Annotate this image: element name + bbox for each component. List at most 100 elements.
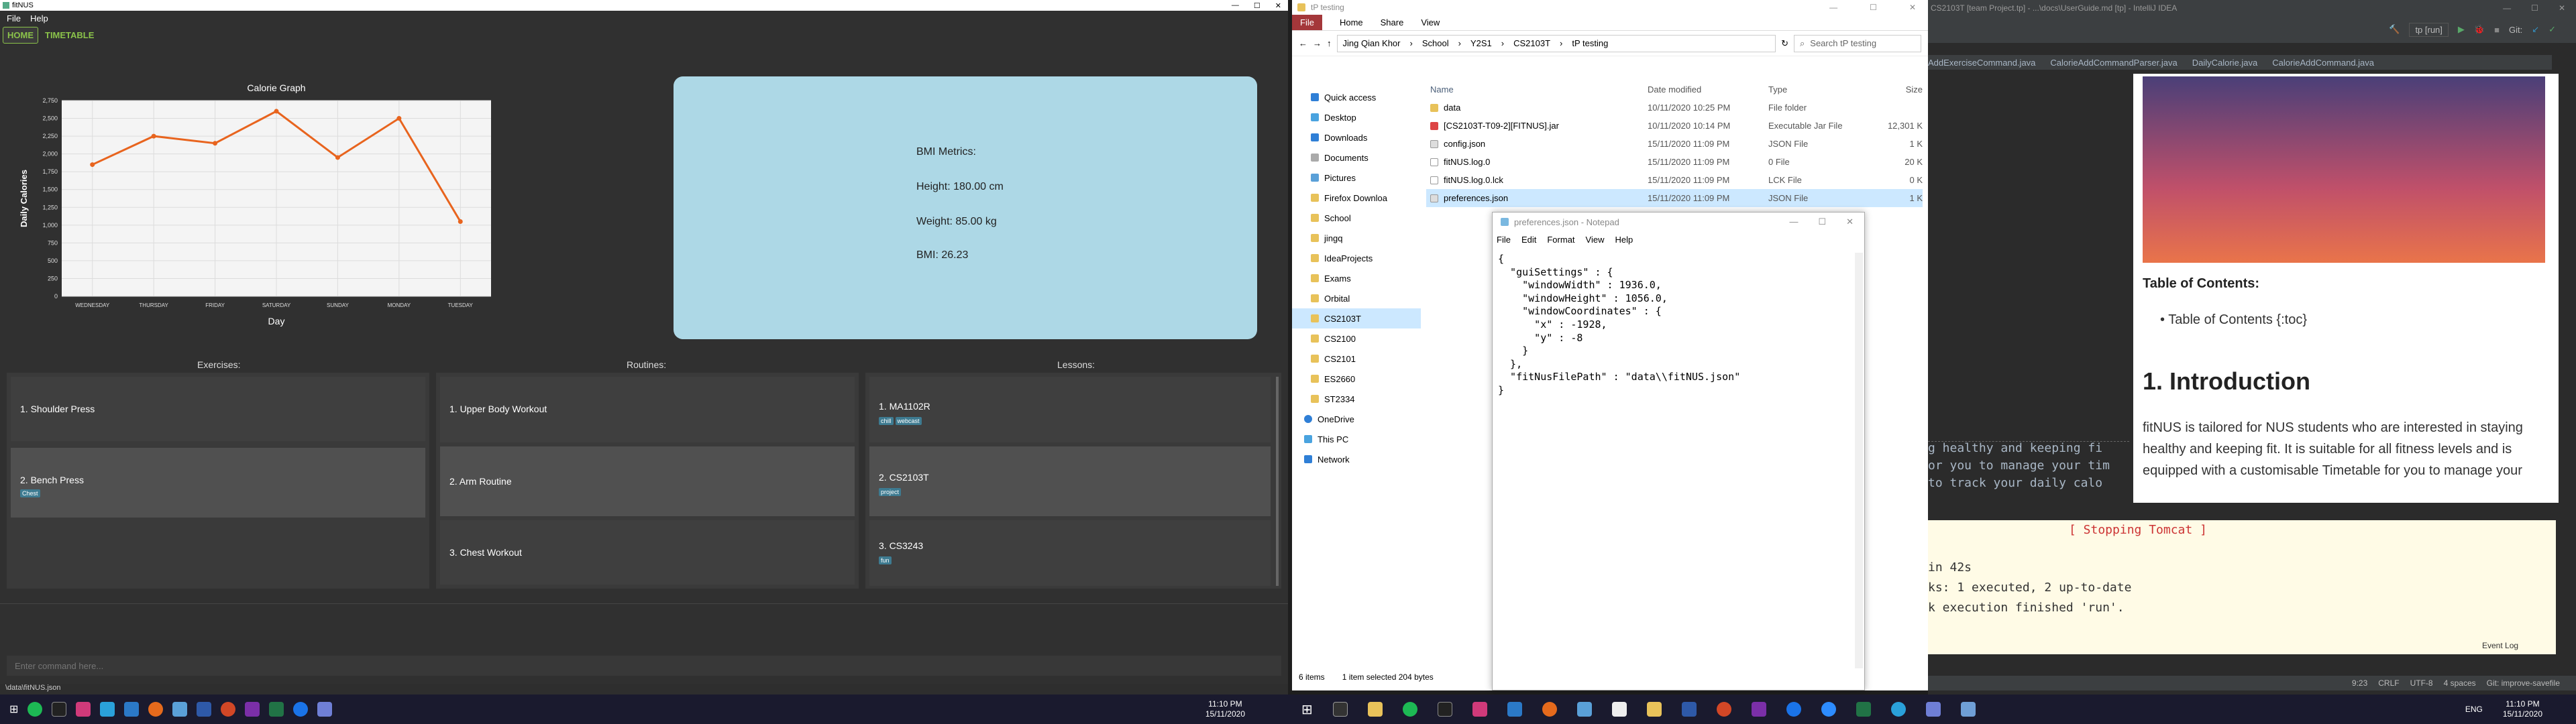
list-item[interactable]: 2. CS2103T project [869,446,1271,516]
ribbon-share[interactable]: Share [1381,17,1404,27]
chrome-icon[interactable] [293,702,309,717]
terminal-icon[interactable] [52,702,67,717]
taskbar-clock[interactable]: 11:10 PM 15/11/2020 [2503,699,2576,719]
terminal-icon[interactable] [1437,702,1452,717]
file-row[interactable]: fitNUS.log.0.lck 15/11/2020 11:09 PM LCK F… [1426,171,1923,189]
scrollbar[interactable] [1276,377,1279,586]
vscode-icon[interactable] [1507,702,1522,717]
nav-item[interactable]: Exams [1292,268,1421,288]
windows-start-icon[interactable]: ⊞ [9,703,18,716]
git-branch[interactable]: Git: improve-savefile [2487,678,2560,688]
file-row[interactable]: fitNUS.log.0 15/11/2020 11:09 PM 0 File 20 … [1426,153,1923,171]
folder-icon[interactable] [172,702,188,717]
word-icon[interactable] [1681,702,1697,717]
maximize-icon[interactable]: ☐ [1870,3,1877,12]
vscode-icon[interactable] [124,702,140,717]
minimize-icon[interactable]: — [1829,3,1837,12]
nav-item[interactable]: Pictures [1292,168,1421,188]
list-item[interactable]: 1. Shoulder Press [11,377,425,441]
build-icon[interactable]: 🔨 [2389,24,2400,35]
column-header-name[interactable]: Name [1426,84,1648,95]
intellij-icon[interactable] [1472,702,1487,717]
minimize-icon[interactable]: — [1232,1,1239,10]
maximize-icon[interactable]: ☐ [1254,1,1260,10]
editor-tab[interactable]: AddExerciseCommand.java [1928,58,2035,68]
notepad-taskbar-icon[interactable] [1960,702,1976,717]
close-icon[interactable]: ✕ [2559,3,2565,13]
nav-item[interactable]: ST2334 [1292,389,1421,409]
commit-icon[interactable]: ✓ [2548,24,2556,35]
list-item[interactable]: 3. Chest Workout [440,520,855,585]
excel-icon[interactable] [1856,702,1871,717]
minimize-icon[interactable]: — [1789,217,1798,227]
notion-icon[interactable] [1611,702,1627,717]
firefox-icon[interactable] [148,702,164,717]
spotify-icon[interactable] [28,702,43,717]
forward-arrow-icon[interactable]: → [1313,38,1322,48]
list-item[interactable]: 3. CS3243 fun [869,520,1271,586]
intellij-icon[interactable] [76,702,91,717]
close-icon[interactable]: ✕ [1909,3,1916,12]
cursor-position[interactable]: 9:23 [2352,678,2367,688]
menu-file[interactable]: File [7,13,21,23]
nav-item[interactable]: jingq [1292,228,1421,248]
editor-tab[interactable]: CalorieAddCommand.java [2272,58,2374,68]
breadcrumb-item[interactable]: tP testing [1572,38,1608,48]
nav-item[interactable]: Documents [1292,147,1421,168]
word-icon[interactable] [197,702,212,717]
nav-item[interactable]: CS2100 [1292,328,1421,349]
windows-start-icon[interactable]: ⊞ [1301,701,1313,718]
breadcrumb-item[interactable]: Jing Qian Khor [1343,38,1401,48]
up-arrow-icon[interactable]: ↑ [1327,38,1332,48]
firefox-icon[interactable] [1542,702,1557,717]
list-item[interactable]: 2. Bench Press Chest [11,448,425,518]
menu-help[interactable]: Help [1615,235,1633,245]
folder-icon[interactable] [1646,702,1662,717]
fitnus-taskbar-icon[interactable] [317,702,333,717]
refresh-icon[interactable]: ↻ [1781,38,1788,49]
stop-icon[interactable]: ■ [2494,25,2500,35]
breadcrumb-item[interactable]: School [1422,38,1449,48]
encoding[interactable]: UTF-8 [2410,678,2433,688]
breadcrumb[interactable]: Jing Qian Khor › School › Y2S1 › CS2103T › t… [1336,34,1776,52]
nav-item[interactable]: Orbital [1292,288,1421,308]
chrome-icon[interactable] [1786,702,1801,717]
run-config-dropdown[interactable]: tp [run] [2409,22,2449,37]
nav-item[interactable]: CS2101 [1292,349,1421,369]
list-item[interactable]: 2. Arm Routine [440,446,855,516]
file-row[interactable]: [CS2103T-T09-2][FITNUS].jar 10/11/2020 10… [1426,117,1923,135]
nav-item[interactable]: OneDrive [1292,409,1421,429]
onenote-icon[interactable] [1751,702,1766,717]
task-view-icon[interactable] [1332,702,1348,717]
nav-item[interactable]: ES2660 [1292,369,1421,389]
maximize-icon[interactable]: ☐ [1818,217,1826,227]
excel-icon[interactable] [269,702,284,717]
zoom-icon[interactable] [1821,702,1836,717]
back-arrow-icon[interactable]: ← [1299,38,1307,48]
search-input[interactable]: ⌕ Search tP testing [1794,34,1921,52]
indent[interactable]: 4 spaces [2444,678,2476,688]
menu-help[interactable]: Help [30,13,48,23]
file-row[interactable]: preferences.json 15/11/2020 11:09 PM JSON … [1426,189,1923,207]
tab-timetable[interactable]: TIMETABLE [41,27,98,43]
onenote-icon[interactable] [245,702,260,717]
explorer-icon[interactable] [1576,702,1592,717]
column-header-date[interactable]: Date modified [1648,84,1768,95]
powerpoint-icon[interactable] [221,702,236,717]
minimize-icon[interactable]: — [2503,3,2511,13]
nav-item[interactable]: This PC [1292,429,1421,449]
ribbon-file[interactable]: File [1292,15,1322,30]
breadcrumb-item[interactable]: Y2S1 [1470,38,1492,48]
fitnus-taskbar-icon[interactable] [1925,702,1941,717]
tab-home[interactable]: HOME [3,26,38,44]
column-header-size[interactable]: Size [1876,84,1923,95]
file-row[interactable]: config.json 15/11/2020 11:09 PM JSON File 1… [1426,135,1923,153]
editor-tab[interactable]: DailyCalorie.java [2192,58,2258,68]
nav-item[interactable]: CS2103T [1292,308,1421,328]
menu-file[interactable]: File [1497,235,1511,245]
nav-item[interactable]: Quick access [1292,87,1421,107]
command-input[interactable] [7,656,1281,676]
nav-item[interactable]: Desktop [1292,107,1421,127]
event-log-button[interactable]: Event Log [2482,641,2518,650]
scrollbar[interactable] [1855,253,1863,668]
